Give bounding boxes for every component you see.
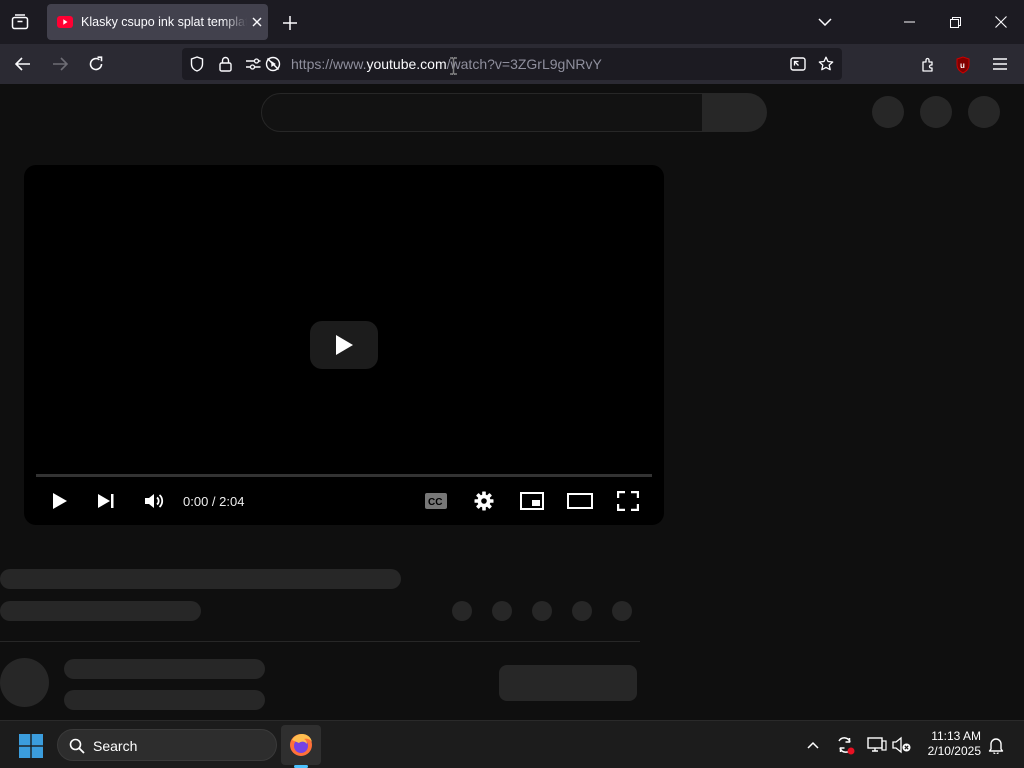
progress-bar[interactable] xyxy=(36,474,652,477)
list-all-tabs-icon[interactable] xyxy=(8,12,32,32)
miniplayer-icon[interactable] xyxy=(518,489,546,513)
forward-arrow-icon[interactable] xyxy=(49,54,71,74)
extensions-puzzle-icon[interactable] xyxy=(918,54,940,74)
play-icon[interactable] xyxy=(46,489,74,513)
windows-taskbar: Search 11:13 AM 2/10/2025 xyxy=(0,720,1024,768)
search-icon xyxy=(68,737,86,755)
video-title-placeholder xyxy=(0,569,401,589)
svg-text:u: u xyxy=(960,61,965,70)
taskbar-firefox[interactable] xyxy=(281,725,321,765)
url-text[interactable]: https://www.youtube.com/watch?v=3ZGrL9gN… xyxy=(291,56,602,72)
close-window-icon[interactable] xyxy=(990,12,1012,32)
svg-text:CC: CC xyxy=(428,497,442,508)
url-prefix: https://www. xyxy=(291,56,367,72)
next-video-icon[interactable] xyxy=(92,489,120,513)
windows-start-icon[interactable] xyxy=(17,732,45,760)
restore-icon[interactable] xyxy=(944,12,966,32)
large-play-button[interactable] xyxy=(310,321,378,369)
tab-title: Klasky csupo ink splat template xyxy=(81,15,247,29)
tracking-protection-shield-icon[interactable] xyxy=(188,55,206,73)
chevron-down-icon[interactable] xyxy=(814,12,836,32)
masthead-button-placeholder xyxy=(872,96,904,128)
url-host: youtube.com xyxy=(366,56,447,72)
ublock-origin-icon[interactable]: u xyxy=(953,52,977,76)
clock-time: 11:13 AM xyxy=(931,729,981,743)
video-meta-placeholder xyxy=(0,601,201,621)
reload-icon[interactable] xyxy=(85,54,107,74)
channel-name-placeholder xyxy=(64,659,265,679)
closed-captions-icon[interactable]: CC xyxy=(422,489,450,513)
time-display: 0:00 / 2:04 xyxy=(183,494,245,509)
notification-bell-icon[interactable] xyxy=(986,735,1006,755)
firefox-icon xyxy=(290,734,312,756)
text-cursor-icon xyxy=(449,57,458,75)
close-tab-icon[interactable] xyxy=(247,12,267,32)
chevron-up-icon[interactable] xyxy=(803,735,823,755)
clock-date: 2/10/2025 xyxy=(927,744,981,758)
action-button-placeholder xyxy=(492,601,512,621)
tab-strip: Klasky csupo ink splat template xyxy=(0,0,1024,44)
sync-alert-icon[interactable] xyxy=(834,734,856,756)
lock-icon[interactable] xyxy=(216,55,234,73)
autoplay-blocked-icon[interactable] xyxy=(264,55,282,73)
search-box-placeholder[interactable] xyxy=(261,93,703,132)
channel-avatar-placeholder xyxy=(0,658,49,707)
search-button-placeholder[interactable] xyxy=(703,93,767,132)
settings-gear-icon[interactable] xyxy=(470,489,498,513)
fullscreen-icon[interactable] xyxy=(614,489,642,513)
navigation-toolbar: https://www.youtube.com/watch?v=3ZGrL9gN… xyxy=(0,44,1024,106)
taskbar-search[interactable]: Search xyxy=(57,729,277,761)
system-clock[interactable]: 11:13 AM 2/10/2025 xyxy=(928,729,981,759)
volume-icon[interactable] xyxy=(140,489,168,513)
youtube-watch-page: 0:00 / 2:04 CC xyxy=(0,84,1024,720)
subscribe-button-placeholder xyxy=(499,665,637,701)
volume-muted-icon[interactable] xyxy=(891,734,913,756)
address-bar[interactable]: https://www.youtube.com/watch?v=3ZGrL9gN… xyxy=(182,48,842,80)
video-player[interactable]: 0:00 / 2:04 CC xyxy=(24,165,664,525)
action-button-placeholder xyxy=(532,601,552,621)
action-button-placeholder xyxy=(572,601,592,621)
bookmark-star-icon[interactable] xyxy=(816,55,836,73)
new-tab-icon[interactable] xyxy=(279,12,301,34)
masthead-button-placeholder xyxy=(920,96,952,128)
youtube-favicon-icon xyxy=(57,16,73,28)
permissions-icon[interactable] xyxy=(244,55,262,73)
theater-mode-icon[interactable] xyxy=(566,489,594,513)
tab-youtube[interactable]: Klasky csupo ink splat template xyxy=(47,4,268,40)
channel-meta-placeholder xyxy=(64,690,265,710)
network-icon[interactable] xyxy=(866,734,888,756)
picture-in-picture-icon[interactable] xyxy=(788,55,808,73)
avatar-placeholder xyxy=(968,96,1000,128)
action-button-placeholder xyxy=(612,601,632,621)
minimize-icon[interactable] xyxy=(898,12,920,32)
search-label: Search xyxy=(93,738,138,754)
back-arrow-icon[interactable] xyxy=(12,54,34,74)
hamburger-menu-icon[interactable] xyxy=(989,54,1011,74)
url-path: /watch?v=3ZGrL9gNRvY xyxy=(446,56,602,72)
divider xyxy=(0,641,640,642)
action-button-placeholder xyxy=(452,601,472,621)
